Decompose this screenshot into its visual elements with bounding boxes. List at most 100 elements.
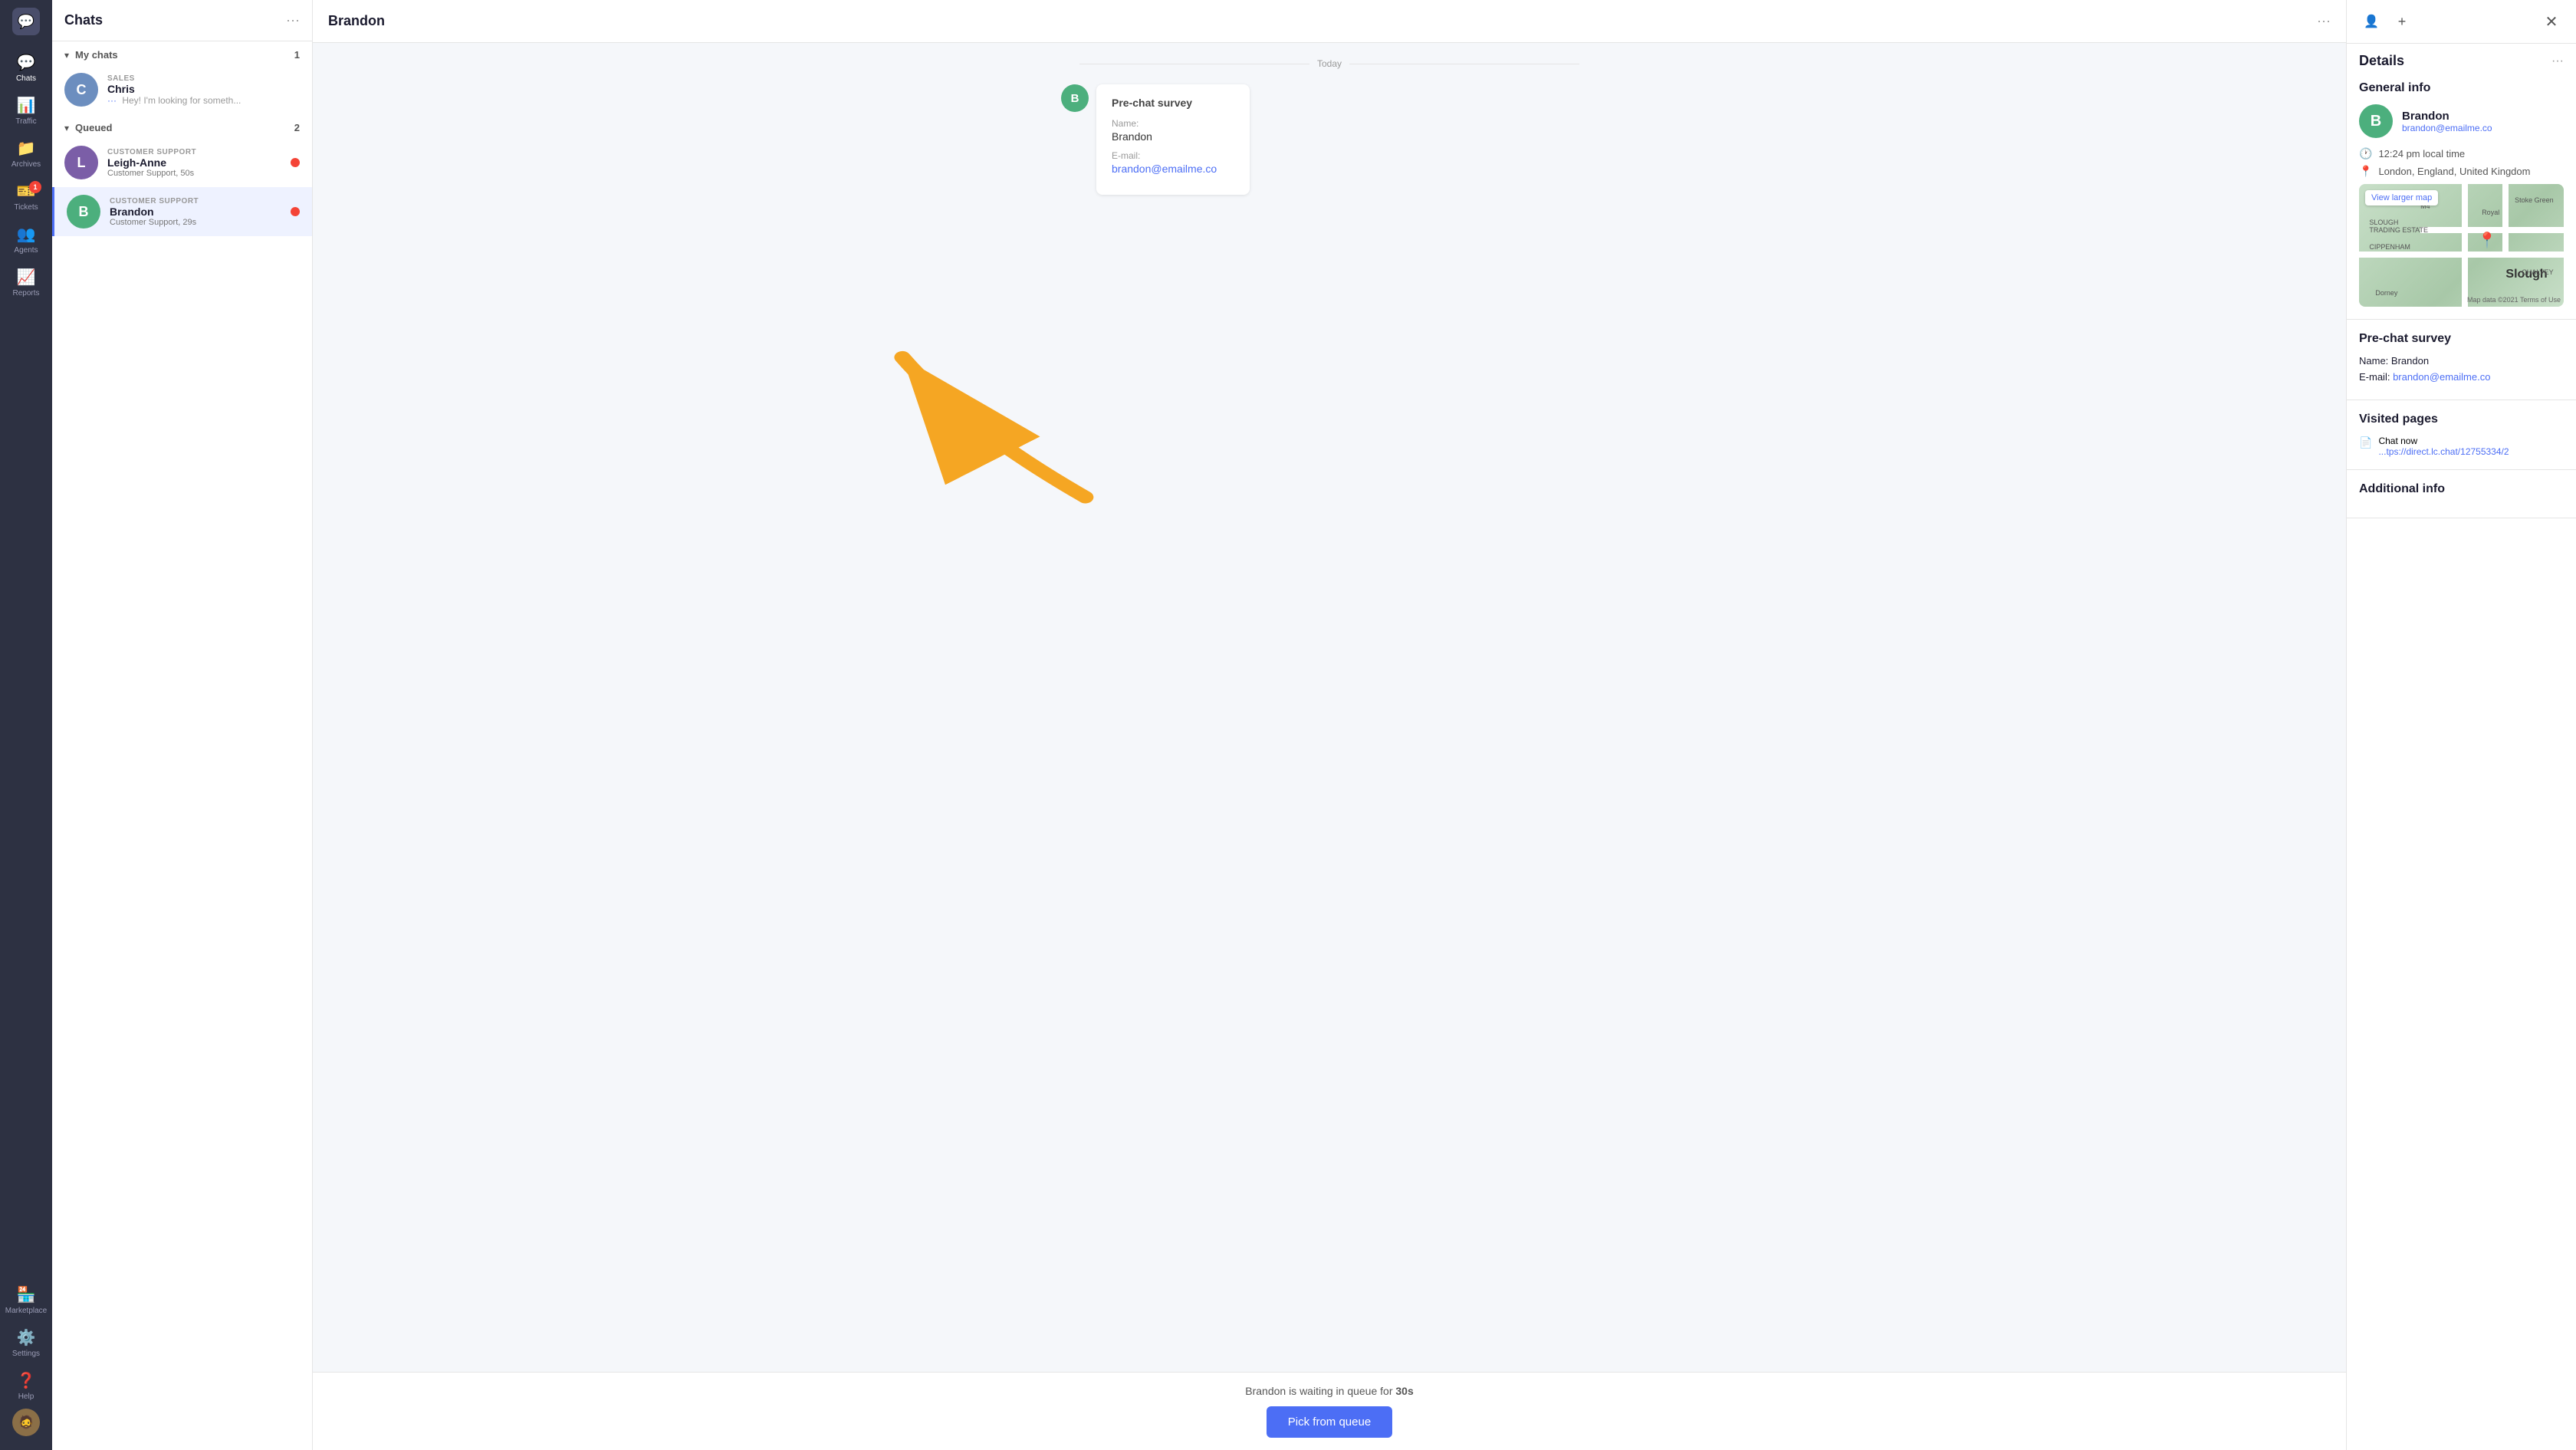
map-label-cippenham: CIPPENHAM: [2369, 243, 2410, 251]
map-label-dorney: Dorney: [2375, 289, 2397, 297]
general-info-section: General info B Brandon brandon@emailme.c…: [2347, 69, 2576, 320]
chris-avatar: C: [64, 73, 98, 107]
chat-item-leigh-anne[interactable]: L CUSTOMER SUPPORT Leigh-Anne Customer S…: [52, 138, 312, 187]
marketplace-label: Marketplace: [5, 1307, 47, 1315]
typing-dots-icon: ···: [107, 95, 117, 106]
right-panel-header: 👤 + ✕: [2347, 0, 2576, 44]
settings-label: Settings: [12, 1350, 40, 1358]
chat-item-brandon[interactable]: B CUSTOMER SUPPORT Brandon Customer Supp…: [52, 187, 312, 236]
map-pin: 📍: [2478, 231, 2497, 250]
details-menu-button[interactable]: ···: [2551, 54, 2564, 68]
brandon-status-dot: [291, 207, 300, 216]
chat-header: Brandon ···: [313, 0, 2346, 43]
chat-header-menu-button[interactable]: ···: [2317, 13, 2331, 29]
survey-name-label: Name:: [1112, 118, 1234, 129]
left-nav: 💬 💬 Chats 📊 Traffic 📁 Archives 1 🎫 Ticke…: [0, 0, 52, 1450]
additional-info-section: Additional info: [2347, 470, 2576, 518]
pre-chat-survey-section: Pre-chat survey Name: Brandon E-mail: br…: [2347, 320, 2576, 400]
visited-pages-section: Visited pages 📄 Chat now ...tps://direct…: [2347, 400, 2576, 470]
survey-email-label-rp: E-mail:: [2359, 371, 2390, 383]
chat-messages: Today B Pre-chat survey Name: Brandon E-…: [313, 43, 2346, 1372]
chats-label: Chats: [16, 74, 36, 83]
close-icon: ✕: [2545, 12, 2558, 31]
traffic-label: Traffic: [15, 117, 36, 126]
clock-icon: 🕐: [2359, 147, 2372, 160]
visited-item-details: Chat now ...tps://direct.lc.chat/1275533…: [2378, 436, 2509, 457]
chris-info: SALES Chris ··· Hey! I'm looking for som…: [107, 74, 300, 106]
panel-menu-button[interactable]: ···: [286, 12, 300, 28]
gi-location-value: London, England, United Kingdom: [2378, 166, 2530, 177]
gi-location: 📍 London, England, United Kingdom: [2359, 165, 2564, 178]
map-label-slough-trading: SLOUGHTRADING ESTATE: [2369, 219, 2428, 234]
my-chats-section-header[interactable]: ▾ My chats 1: [52, 41, 312, 65]
chat-footer: Brandon is waiting in queue for 30s Pick…: [313, 1372, 2346, 1450]
archives-icon: 📁: [17, 139, 36, 158]
chris-name: Chris: [107, 83, 300, 95]
visited-page-link[interactable]: ...tps://direct.lc.chat/12755334/2: [2378, 446, 2509, 457]
queued-section-header[interactable]: ▾ Queued 2: [52, 114, 312, 138]
survey-name-value: Brandon: [1112, 130, 1234, 143]
leigh-anne-status-dot: [291, 158, 300, 167]
chat-item-chris[interactable]: C SALES Chris ··· Hey! I'm looking for s…: [52, 65, 312, 114]
view-larger-map-button[interactable]: View larger map: [2365, 190, 2438, 205]
gi-local-time: 🕐 12:24 pm local time: [2359, 147, 2564, 160]
chat-list-panel: Chats ··· ▾ My chats 1 C SALES Chris ···…: [52, 0, 313, 1450]
reports-icon: 📈: [17, 268, 36, 287]
chat-header-name: Brandon: [328, 13, 385, 29]
add-button[interactable]: +: [2390, 9, 2414, 34]
document-icon: 📄: [2359, 436, 2372, 449]
map-label-royal: Royal: [2482, 209, 2499, 216]
user-avatar[interactable]: 🧔: [12, 1409, 40, 1436]
additional-info-title: Additional info: [2359, 482, 2564, 496]
traffic-icon: 📊: [17, 96, 36, 115]
marketplace-icon: 🏪: [17, 1285, 36, 1304]
sidebar-item-reports[interactable]: 📈 Reports: [6, 262, 46, 302]
tickets-label: Tickets: [14, 203, 38, 212]
my-chats-count: 1: [294, 49, 300, 61]
avatar-icon: 🧔: [18, 1415, 34, 1430]
brandon-name: Brandon: [110, 205, 284, 218]
details-title: Details: [2359, 53, 2404, 69]
sidebar-item-marketplace[interactable]: 🏪 Marketplace: [6, 1280, 46, 1320]
brandon-category: CUSTOMER SUPPORT: [110, 197, 284, 205]
reports-label: Reports: [12, 289, 39, 298]
gi-user-details: Brandon brandon@emailme.co: [2402, 110, 2492, 133]
gi-time-value: 12:24 pm local time: [2378, 148, 2465, 159]
close-panel-button[interactable]: ✕: [2539, 9, 2564, 34]
queued-title: Queued: [75, 122, 294, 133]
sidebar-item-settings[interactable]: ⚙️ Settings: [6, 1323, 46, 1363]
survey-name-row: Name: Brandon: [2359, 355, 2564, 367]
chris-category: SALES: [107, 74, 300, 83]
gi-email: brandon@emailme.co: [2402, 123, 2492, 133]
date-label: Today: [1317, 58, 1342, 69]
agents-label: Agents: [14, 246, 38, 255]
survey-email-value-rp: brandon@emailme.co: [2393, 371, 2490, 383]
map-label-chalvey: CHALVEY: [2522, 268, 2553, 276]
waiting-text-prefix: Brandon is waiting in queue for: [1245, 1385, 1392, 1397]
panel-title: Chats: [64, 12, 103, 28]
sidebar-item-tickets[interactable]: 1 🎫 Tickets: [6, 176, 46, 216]
details-header: Details ···: [2347, 44, 2576, 69]
map-credit: Map data ©2021 Terms of Use: [2467, 296, 2561, 304]
sidebar-item-chats[interactable]: 💬 Chats: [6, 48, 46, 87]
sidebar-item-archives[interactable]: 📁 Archives: [6, 133, 46, 173]
brandon-preview: Customer Support, 29s: [110, 218, 284, 227]
pick-from-queue-button[interactable]: Pick from queue: [1267, 1406, 1392, 1438]
plus-icon: +: [2398, 14, 2407, 30]
sidebar-item-help[interactable]: ❓ Help: [6, 1366, 46, 1406]
gi-avatar: B: [2359, 104, 2393, 138]
add-person-button[interactable]: 👤: [2359, 9, 2384, 34]
location-icon: 📍: [2359, 165, 2372, 178]
logo-icon: 💬: [18, 14, 34, 30]
visited-item: 📄 Chat now ...tps://direct.lc.chat/12755…: [2359, 436, 2564, 457]
sidebar-item-agents[interactable]: 👥 Agents: [6, 219, 46, 259]
leigh-anne-preview: Customer Support, 50s: [107, 169, 284, 178]
leigh-anne-category: CUSTOMER SUPPORT: [107, 148, 284, 156]
sidebar-item-traffic[interactable]: 📊 Traffic: [6, 90, 46, 130]
survey-card: Pre-chat survey Name: Brandon E-mail: br…: [1096, 84, 1250, 195]
waiting-text: Brandon is waiting in queue for 30s: [1245, 1385, 1413, 1397]
leigh-anne-avatar: L: [64, 146, 98, 179]
brandon-info: CUSTOMER SUPPORT Brandon Customer Suppor…: [110, 197, 284, 227]
queued-chevron-icon: ▾: [64, 123, 69, 133]
my-chats-title: My chats: [75, 49, 294, 61]
